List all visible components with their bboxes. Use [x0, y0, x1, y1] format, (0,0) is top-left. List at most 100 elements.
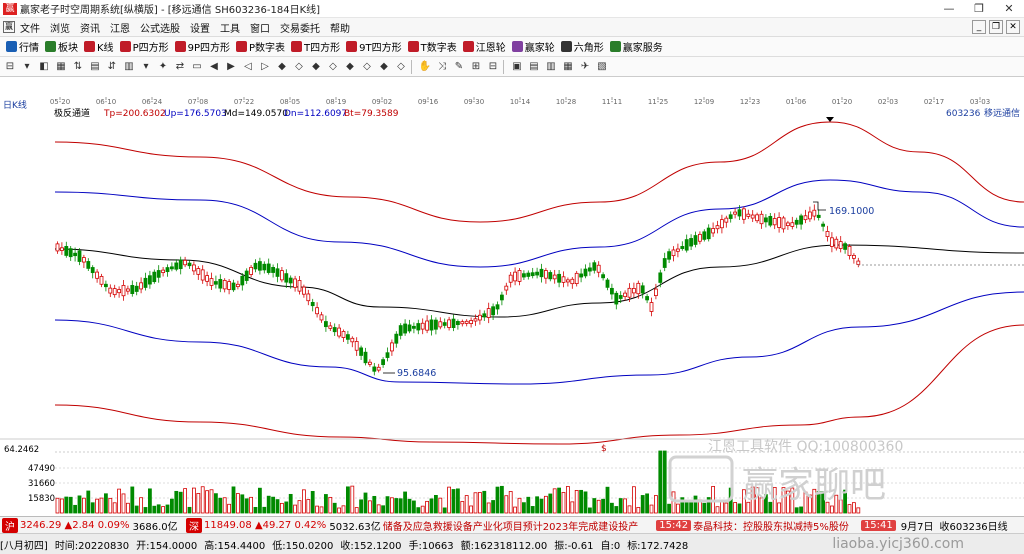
toolbar-item-6[interactable]: T四方形: [291, 39, 340, 54]
candle-body: [759, 213, 764, 225]
kline-chart-area[interactable]: 05-20 06-10 06-24 07-08 07-22 08-05 08-19 09-02…: [0, 77, 1024, 516]
tool-icon-4[interactable]: ⇅: [71, 60, 85, 74]
candle-body: [460, 321, 465, 325]
child-close-icon[interactable]: ✕: [1006, 20, 1020, 34]
candle-body: [363, 351, 368, 364]
tool-icon-21[interactable]: ◇: [360, 60, 374, 74]
tool-icon-9[interactable]: ✦: [156, 60, 170, 74]
tool-icon-26[interactable]: ⤨: [435, 60, 449, 74]
toolbar-item-0[interactable]: 行情: [6, 39, 39, 54]
tool-icon-12[interactable]: ◀: [207, 60, 221, 74]
toolbar-item-10[interactable]: 赢家轮: [511, 39, 555, 54]
volume-bar: [301, 489, 306, 514]
toolbar-item-8[interactable]: T数字表: [407, 39, 457, 54]
toolbar-item-1[interactable]: 板块: [45, 39, 78, 54]
tool-icon-36[interactable]: ▧: [595, 60, 609, 74]
maximize-icon[interactable]: ❐: [964, 0, 994, 18]
candle-body: [834, 238, 839, 249]
toolbar-item-7[interactable]: 9T四方形: [346, 39, 402, 54]
volume-bar: [522, 502, 526, 514]
tool-icon-35[interactable]: ✈: [578, 60, 592, 74]
toolbar-item-5[interactable]: P数字表: [236, 39, 285, 54]
sh-index-icon[interactable]: 沪: [2, 517, 18, 533]
tool-icon-28[interactable]: ⊞: [469, 60, 483, 74]
toolbar-item-9[interactable]: 江恩轮: [462, 39, 506, 54]
bar-amount: 额:162318112.00: [460, 540, 548, 552]
kline-chart[interactable]: 05-20 06-10 06-24 07-08 07-22 08-05 08-19 09-02…: [0, 77, 1024, 516]
toolbar-item-3[interactable]: P四方形: [119, 39, 169, 54]
candle-body: [491, 306, 496, 316]
tool-icon-29[interactable]: ⊟: [486, 60, 500, 74]
volume-bar: [262, 506, 267, 514]
bar-time: 时间:20220830: [54, 540, 130, 552]
candle-body: [104, 283, 108, 288]
menu-info[interactable]: 资讯: [75, 20, 105, 35]
tool-icon-15[interactable]: ▷: [258, 60, 272, 74]
toolbar-item-2[interactable]: K线: [84, 39, 114, 54]
toolbar-item-11[interactable]: 六角形: [560, 39, 604, 54]
toolbar-item-icon: [407, 41, 419, 52]
tool-icon-23[interactable]: ◇: [394, 60, 408, 74]
toolbar-item-4[interactable]: 9P四方形: [174, 39, 230, 54]
volume-tick-3: 15830: [28, 494, 55, 504]
tool-icon-31[interactable]: ▣: [510, 60, 524, 74]
candle-body: [574, 272, 579, 284]
tool-icon-33[interactable]: ▥: [544, 60, 558, 74]
tool-icon-25[interactable]: ✋: [418, 60, 432, 74]
child-restore-icon[interactable]: ❐: [989, 20, 1003, 34]
tool-icon-1[interactable]: ▾: [20, 60, 34, 74]
child-minimize-icon[interactable]: _: [972, 20, 986, 34]
tool-icon-34[interactable]: ▦: [561, 60, 575, 74]
volume-bar: [618, 498, 623, 514]
tool-icon-6[interactable]: ⇵: [105, 60, 119, 74]
tool-icon-20[interactable]: ◆: [343, 60, 357, 74]
volume-bar: [117, 488, 121, 514]
volume-bar: [183, 488, 188, 514]
news-ticker-1[interactable]: 储备及应急救援设备产业化项目预计2023年完成建设投产: [383, 518, 638, 533]
candle-body: [60, 247, 64, 251]
volume-bar: [830, 505, 834, 514]
tool-icon-3[interactable]: ▦: [54, 60, 68, 74]
tool-icon-11[interactable]: ▭: [190, 60, 204, 74]
close-icon[interactable]: ✕: [994, 0, 1024, 18]
menu-settings[interactable]: 设置: [185, 20, 215, 35]
candle-body: [367, 361, 372, 365]
tool-icon-27[interactable]: ✎: [452, 60, 466, 74]
tool-icon-19[interactable]: ◇: [326, 60, 340, 74]
candle-body: [821, 223, 825, 227]
menu-gann[interactable]: 江恩: [105, 20, 135, 35]
tool-icon-13[interactable]: ▶: [224, 60, 238, 74]
menu-trade[interactable]: 交易委托: [275, 20, 325, 35]
tool-icon-16[interactable]: ◆: [275, 60, 289, 74]
minimize-icon[interactable]: —: [934, 0, 964, 18]
sz-index-icon[interactable]: 深: [186, 517, 203, 533]
menu-formula[interactable]: 公式选股: [135, 20, 185, 35]
news-ticker-2[interactable]: 泰晶科技：控股股东拟减持5%股份: [693, 518, 849, 533]
app-menu-icon[interactable]: 赢: [3, 21, 15, 33]
volume-bar: [178, 491, 183, 514]
menu-window[interactable]: 窗口: [245, 20, 275, 35]
tool-icon-10[interactable]: ⇄: [173, 60, 187, 74]
menu-help[interactable]: 帮助: [325, 20, 355, 35]
volume-bar: [693, 495, 698, 514]
tool-icon-17[interactable]: ◇: [292, 60, 306, 74]
tool-icon-2[interactable]: ◧: [37, 60, 51, 74]
tool-icon-8[interactable]: ▾: [139, 60, 153, 74]
app-logo-icon: 赢: [3, 2, 17, 15]
toolbar-item-12[interactable]: 赢家服务: [609, 39, 663, 54]
menu-browse[interactable]: 浏览: [45, 20, 75, 35]
volume-bar: [319, 506, 324, 514]
tool-icon-14[interactable]: ◁: [241, 60, 255, 74]
candle-body: [249, 266, 254, 275]
tool-icon-22[interactable]: ◆: [377, 60, 391, 74]
volume-bar: [491, 500, 496, 514]
menu-tools[interactable]: 工具: [215, 20, 245, 35]
menu-file[interactable]: 文件: [15, 20, 45, 35]
tool-icon-7[interactable]: ▥: [122, 60, 136, 74]
tool-icon-5[interactable]: ▤: [88, 60, 102, 74]
tool-icon-32[interactable]: ▤: [527, 60, 541, 74]
tool-icon-18[interactable]: ◆: [309, 60, 323, 74]
volume-bar: [535, 496, 539, 514]
tool-icon-0[interactable]: ⊟: [3, 60, 17, 74]
candle-body: [359, 347, 364, 356]
